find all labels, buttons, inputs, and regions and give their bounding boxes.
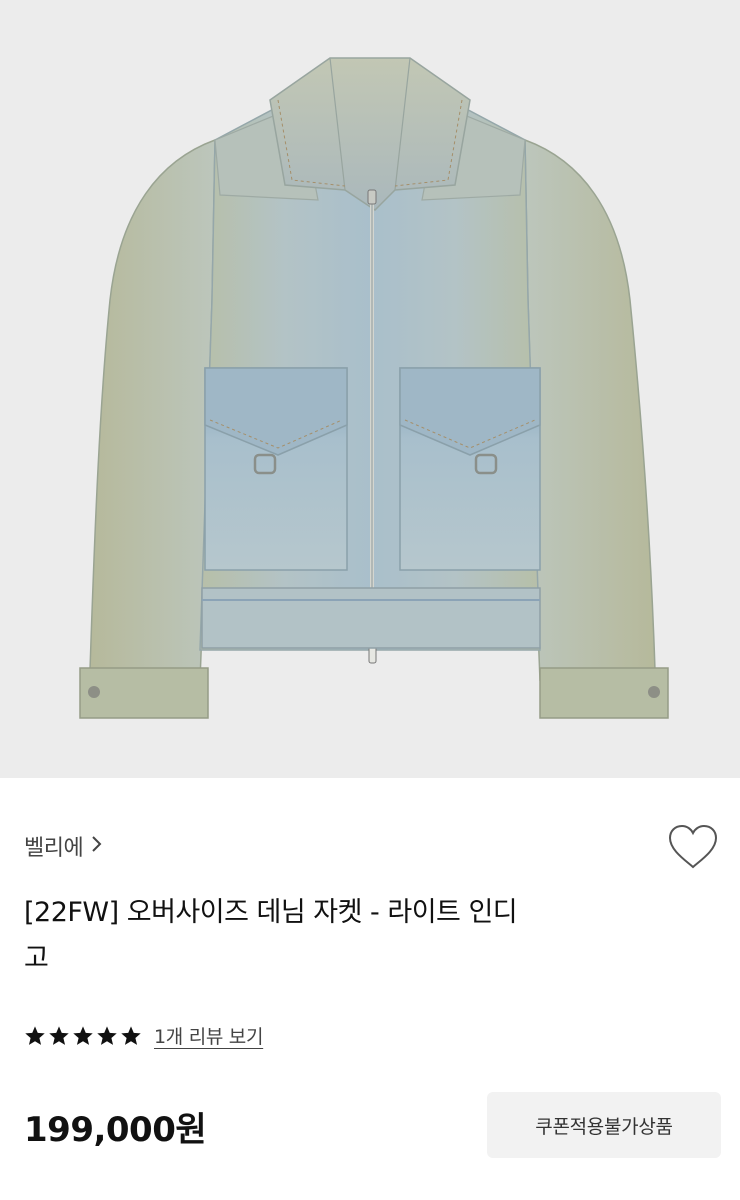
denim-jacket-illustration bbox=[79, 57, 669, 719]
star-filled-icon bbox=[72, 1025, 94, 1047]
brand-link[interactable]: 벨리에 bbox=[24, 830, 103, 862]
star-filled-icon bbox=[24, 1025, 46, 1047]
star-filled-icon bbox=[48, 1025, 70, 1047]
product-image[interactable] bbox=[0, 0, 740, 778]
wishlist-button[interactable] bbox=[664, 822, 722, 876]
coupon-unavailable-badge: 쿠폰적용불가상품 bbox=[487, 1092, 721, 1158]
chevron-right-icon bbox=[91, 835, 103, 857]
product-detail-page: 벨리에 [22FW] 오버사이즈 데님 자켓 - 라이트 인디 고 1개 리뷰 … bbox=[0, 0, 740, 1200]
brand-name: 벨리에 bbox=[24, 836, 84, 861]
star-filled-icon bbox=[120, 1025, 142, 1047]
review-link[interactable]: 1개 리뷰 보기 bbox=[154, 1022, 263, 1049]
product-title-line1: [22FW] 오버사이즈 데님 자켓 - 라이트 인디 bbox=[24, 897, 518, 928]
product-title: [22FW] 오버사이즈 데님 자켓 - 라이트 인디 고 bbox=[24, 890, 624, 982]
heart-outline-icon bbox=[666, 823, 720, 875]
product-price: 199,000원 bbox=[24, 1110, 207, 1150]
rating-stars bbox=[24, 1025, 142, 1047]
rating-row: 1개 리뷰 보기 bbox=[24, 1022, 263, 1049]
star-filled-icon bbox=[96, 1025, 118, 1047]
product-title-line2: 고 bbox=[24, 943, 49, 974]
